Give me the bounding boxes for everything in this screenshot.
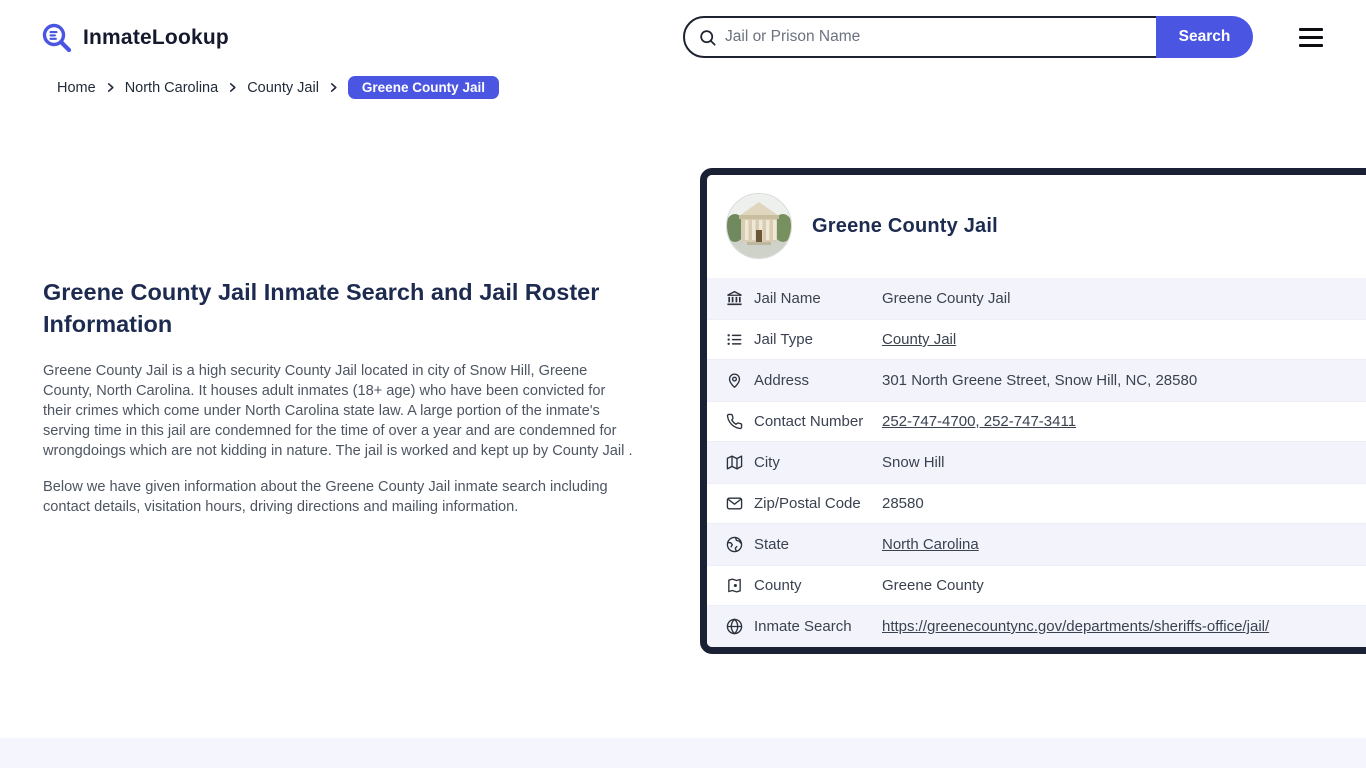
search-input-wrap [683, 16, 1158, 58]
row-label: State [754, 536, 790, 553]
row-label: County [754, 577, 802, 594]
brand-logo[interactable]: InmateLookup [40, 21, 229, 55]
page-title: Greene County Jail Inmate Search and Jai… [43, 279, 600, 337]
jail-info-card: Greene County Jail Jail Name Greene Coun… [700, 168, 1366, 654]
globe-icon [726, 618, 744, 636]
table-row-city: City Snow Hill [707, 442, 1366, 483]
list-icon [726, 331, 744, 349]
jail-search-bar: Search [683, 16, 1253, 58]
article-paragraph: Greene County Jail is a high security Co… [43, 363, 633, 459]
footer-strip [0, 738, 1366, 768]
chevron-right-icon [105, 82, 116, 93]
breadcrumb-state[interactable]: North Carolina [125, 80, 219, 96]
search-input[interactable] [717, 28, 1156, 46]
breadcrumb: Home North Carolina County Jail Greene C… [57, 76, 499, 99]
menu-hamburger-icon[interactable] [1299, 28, 1323, 47]
jail-card-title: Greene County Jail [812, 214, 998, 237]
magnifier-logo-icon [40, 21, 74, 55]
table-row-contact-number: Contact Number 252-747-4700, 252-747-341… [707, 401, 1366, 442]
article: Greene County Jail Inmate Search and Jai… [43, 276, 635, 533]
table-row-zip: Zip/Postal Code 28580 [707, 483, 1366, 524]
bank-icon [726, 290, 744, 308]
row-value: Greene County Jail [882, 290, 1011, 307]
row-label: Jail Name [754, 290, 821, 307]
phone-icon [726, 413, 744, 431]
row-value: 301 North Greene Street, Snow Hill, NC, … [882, 372, 1198, 389]
breadcrumb-home[interactable]: Home [57, 80, 96, 96]
table-row-state: State North Carolina [707, 524, 1366, 565]
state-link[interactable]: North Carolina [882, 536, 979, 553]
row-label: Inmate Search [754, 618, 852, 635]
table-row-inmate-search: Inmate Search https://greenecountync.gov… [707, 606, 1366, 647]
row-label: City [754, 454, 780, 471]
breadcrumb-jail-type[interactable]: County Jail [247, 80, 319, 96]
row-value: Snow Hill [882, 454, 945, 471]
table-row-jail-type: Jail Type County Jail [707, 319, 1366, 360]
table-row-county: County Greene County [707, 565, 1366, 606]
chevron-right-icon [328, 82, 339, 93]
jail-photo [726, 193, 792, 259]
globe-americas-icon [726, 536, 744, 554]
row-label: Zip/Postal Code [754, 495, 861, 512]
map-pin-icon [726, 372, 744, 390]
envelope-icon [726, 495, 744, 513]
breadcrumb-current-badge[interactable]: Greene County Jail [347, 76, 499, 99]
jail-card-header: Greene County Jail [707, 175, 1366, 278]
search-icon [698, 28, 717, 47]
table-row-jail-name: Jail Name Greene County Jail [707, 278, 1366, 319]
search-button[interactable]: Search [1156, 16, 1253, 58]
table-row-address: Address 301 North Greene Street, Snow Hi… [707, 360, 1366, 401]
row-value: 28580 [882, 495, 924, 512]
row-label: Jail Type [754, 331, 813, 348]
contact-number-link[interactable]: 252-747-4700, 252-747-3411 [882, 413, 1076, 430]
row-label: Address [754, 372, 810, 389]
jail-type-link[interactable]: County Jail [882, 331, 956, 348]
map-icon [726, 454, 744, 472]
row-label: Contact Number [754, 413, 864, 430]
brand-name: InmateLookup [83, 26, 229, 49]
chevron-right-icon [227, 82, 238, 93]
county-map-icon [726, 577, 744, 595]
row-value: Greene County [882, 577, 984, 594]
article-paragraph: Below we have given information about th… [43, 479, 608, 515]
jail-detail-table: Jail Name Greene County Jail Jail Type C… [707, 278, 1366, 647]
inmate-search-link[interactable]: https://greenecountync.gov/departments/s… [882, 618, 1269, 635]
